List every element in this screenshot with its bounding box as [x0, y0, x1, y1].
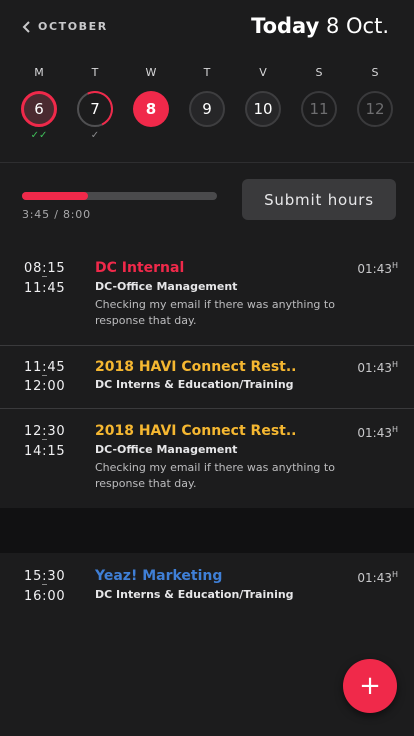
day-number[interactable]: 7: [77, 91, 113, 127]
entry-project-title: 2018 HAVI Connect Rest..: [95, 423, 297, 439]
day-sunday[interactable]: S 12: [347, 66, 403, 141]
entry-description: Checking my email if there was anything …: [95, 461, 335, 490]
entry-duration: 01:43H: [357, 570, 398, 585]
day-saturday[interactable]: S 11: [291, 66, 347, 141]
day-number[interactable]: 6: [21, 91, 57, 127]
day-number[interactable]: 11: [301, 91, 337, 127]
hours-progress-bar: [22, 192, 217, 200]
break-gap: [0, 508, 414, 553]
entry-duration-value: 01:43: [357, 571, 392, 585]
header: OCTOBER Today 8 Oct. M 6 ✓✓ T 7 ✓ W 8 T …: [0, 0, 414, 163]
today-label: Today: [251, 14, 320, 38]
add-entry-button[interactable]: +: [343, 659, 397, 713]
entry-end-time: 12:00: [24, 379, 66, 394]
back-to-month-button[interactable]: OCTOBER: [22, 20, 108, 33]
entry-duration-unit: H: [391, 570, 398, 579]
double-check-icon: ✓✓: [30, 130, 48, 141]
today-date: 8 Oct.: [325, 14, 389, 38]
check-icon: ✓: [90, 130, 100, 141]
day-letter: W: [145, 66, 157, 79]
entry-duration: 01:43H: [357, 261, 398, 276]
entry-duration-unit: H: [391, 425, 398, 434]
time-separator: [42, 276, 47, 277]
time-entry[interactable]: 11:45 12:00 2018 HAVI Connect Rest.. DC …: [0, 346, 414, 409]
entry-end-time: 11:45: [24, 281, 66, 296]
entry-duration-unit: H: [391, 261, 398, 270]
day-thursday[interactable]: T 9: [179, 66, 235, 141]
time-entry[interactable]: 15:30 16:00 Yeaz! Marketing DC Interns &…: [0, 553, 414, 623]
entry-project-title: DC Internal: [95, 260, 185, 276]
submit-hours-button[interactable]: Submit hours: [242, 179, 396, 220]
day-letter: V: [259, 66, 267, 79]
day-monday[interactable]: M 6 ✓✓: [11, 66, 67, 141]
time-separator: [42, 584, 47, 585]
entry-duration-value: 01:43: [357, 262, 392, 276]
entry-project-title: 2018 HAVI Connect Rest..: [95, 359, 297, 375]
entry-project-title: Yeaz! Marketing: [95, 568, 223, 584]
time-entry[interactable]: 08:15 11:45 DC Internal DC-Office Manage…: [0, 246, 414, 346]
entry-end-time: 16:00: [24, 589, 66, 604]
day-wednesday[interactable]: W 8: [123, 66, 179, 141]
entry-category: DC Interns & Education/Training: [95, 378, 294, 391]
back-label: OCTOBER: [38, 20, 108, 33]
entry-duration: 01:43H: [357, 360, 398, 375]
entry-start-time: 12:30: [24, 424, 66, 439]
entry-end-time: 14:15: [24, 444, 66, 459]
day-letter: S: [315, 66, 323, 79]
entry-duration-value: 01:43: [357, 361, 392, 375]
entry-category: DC-Office Management: [95, 280, 238, 293]
day-number[interactable]: 9: [189, 91, 225, 127]
hours-progress-text: 3:45 / 8:00: [22, 208, 91, 221]
time-separator: [42, 439, 47, 440]
day-friday[interactable]: V 10: [235, 66, 291, 141]
entry-description: Checking my email if there was anything …: [95, 298, 335, 327]
entry-category: DC Interns & Education/Training: [95, 588, 294, 601]
time-entry[interactable]: 12:30 14:15 2018 HAVI Connect Rest.. DC-…: [0, 409, 414, 508]
day-letter: T: [91, 66, 99, 79]
entry-start-time: 11:45: [24, 360, 66, 375]
week-strip: M 6 ✓✓ T 7 ✓ W 8 T 9 V 10 S 11 S 12: [11, 66, 403, 141]
hours-progress-fill: [22, 192, 89, 200]
time-separator: [42, 375, 47, 376]
day-number-today[interactable]: 8: [133, 91, 169, 127]
entry-duration-value: 01:43: [357, 426, 392, 440]
day-number[interactable]: 10: [245, 91, 281, 127]
chevron-left-icon: [22, 20, 30, 33]
day-number[interactable]: 12: [357, 91, 393, 127]
entry-duration: 01:43H: [357, 425, 398, 440]
day-letter: T: [203, 66, 211, 79]
entry-start-time: 08:15: [24, 261, 66, 276]
entry-start-time: 15:30: [24, 569, 66, 584]
day-tuesday[interactable]: T 7 ✓: [67, 66, 123, 141]
entry-category: DC-Office Management: [95, 443, 238, 456]
entry-duration-unit: H: [391, 360, 398, 369]
today-date-title: Today 8 Oct.: [251, 14, 389, 38]
day-letter: S: [371, 66, 379, 79]
day-letter: M: [34, 66, 44, 79]
